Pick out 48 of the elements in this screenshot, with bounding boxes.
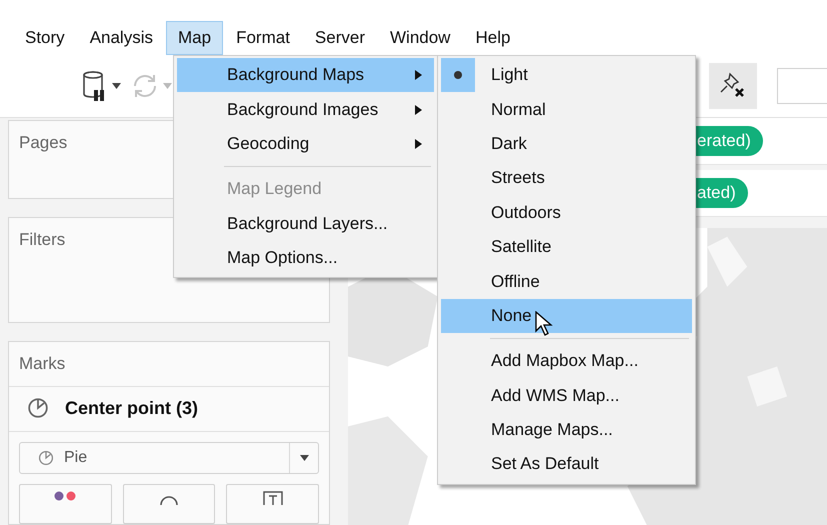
refresh-icon <box>131 72 159 100</box>
card-title: Marks <box>19 354 66 374</box>
unpin-button[interactable] <box>709 63 757 109</box>
card-title: Pages <box>19 133 68 153</box>
menu-item[interactable]: Normal <box>441 92 692 127</box>
menu-item[interactable]: Manage Maps... <box>441 412 692 448</box>
bullet-icon <box>454 71 462 80</box>
mark-type-dropdown[interactable]: Pie <box>19 442 319 474</box>
menu-item[interactable]: Set As Default <box>441 447 692 482</box>
input-field[interactable] <box>777 68 827 104</box>
menu-bar-item[interactable]: Analysis <box>78 21 165 55</box>
marks-layer-name: Center point (3) <box>65 398 198 418</box>
menu-bar-item[interactable]: Map <box>166 21 224 55</box>
caret-icon <box>163 83 172 89</box>
menu-bar-item[interactable]: Help <box>463 21 522 55</box>
menu-item[interactable]: Background Layers... <box>177 206 434 241</box>
size-button[interactable] <box>122 484 216 524</box>
menu-item[interactable]: Background Images <box>177 92 434 127</box>
caret-icon <box>300 455 308 461</box>
color-button[interactable] <box>19 484 112 524</box>
submenu-arrow-icon <box>415 70 422 80</box>
menu-item[interactable]: None <box>441 298 692 334</box>
pie-icon <box>38 450 54 466</box>
menu-item[interactable]: Dark <box>441 126 692 162</box>
menu-item[interactable]: Add Mapbox Map... <box>441 344 692 379</box>
card-title: Filters <box>19 230 66 250</box>
pie-icon <box>27 397 49 419</box>
color-dots-icon <box>54 491 76 501</box>
menu-item[interactable]: Background Maps <box>177 58 434 92</box>
menu-bar-item[interactable]: Window <box>378 21 462 55</box>
label-button[interactable] <box>226 484 320 524</box>
menu-bar-item[interactable]: Server <box>302 21 377 55</box>
menu-item[interactable]: Streets <box>441 161 692 196</box>
menu-item[interactable]: Light <box>441 58 692 92</box>
menu-item[interactable]: Map Options... <box>177 240 434 276</box>
caret-icon <box>112 83 121 89</box>
pointer-cursor-icon <box>535 310 553 337</box>
menu-bar-item[interactable]: Format <box>224 21 302 55</box>
menu-item[interactable]: Satellite <box>441 230 692 264</box>
submenu-arrow-icon <box>415 138 422 149</box>
menu-item[interactable]: Add WMS Map... <box>441 378 692 413</box>
menu-item[interactable]: Offline <box>441 264 692 299</box>
submenu-arrow-icon <box>415 104 422 115</box>
pause-data-source-button[interactable] <box>80 68 123 104</box>
menu-item[interactable]: Geocoding <box>177 126 434 162</box>
menu-bar-item[interactable]: Story <box>13 21 77 55</box>
text-icon <box>262 491 283 505</box>
menu-item[interactable]: Outdoors <box>441 196 692 230</box>
